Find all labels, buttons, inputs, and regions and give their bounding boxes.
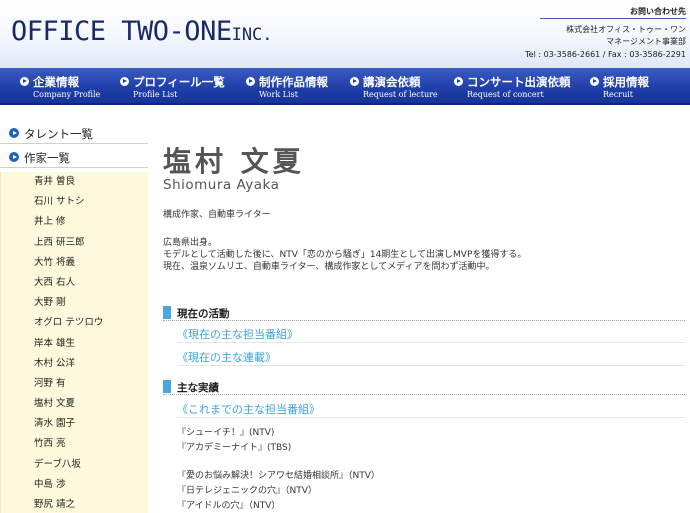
arrow-right-icon [120, 77, 129, 86]
divider [177, 365, 685, 366]
profile-role: 構成作家、自動車ライター [163, 210, 271, 220]
bio-line: 広島県出身。 [163, 238, 218, 248]
work-item: 『シューイチ！』(NTV) [177, 428, 275, 438]
writer-link[interactable]: 木村 公洋 [1, 354, 148, 374]
sidebar-heading: 作家一覧 [24, 151, 70, 165]
writer-link[interactable]: 上西 研三郎 [1, 233, 148, 253]
profile-name: 塩村 文夏 [163, 145, 305, 178]
arrow-right-icon [350, 77, 359, 86]
contact-info: お問い合わせ先 株式会社オフィス・トゥー・ワン マネージメント事業部 Tel :… [525, 6, 686, 61]
contact-link[interactable]: お問い合わせ先 [525, 6, 686, 19]
sidebar: タレント一覧 作家一覧 青井 曽良 石川 サトシ 井上 修 上西 研三郎 大竹 … [0, 122, 148, 513]
writer-link[interactable]: 河野 有 [1, 374, 148, 394]
arrow-right-icon [246, 77, 255, 86]
work-item: 『日テレジェニックの穴』（NTV） [177, 486, 317, 496]
division-name: マネージメント事業部 [606, 37, 686, 46]
nav-sublabel: Recruit [603, 90, 633, 99]
writer-list: 青井 曽良 石川 サトシ 井上 修 上西 研三郎 大竹 将義 大西 右人 大野 … [0, 172, 148, 513]
work-item: 『アイドルの穴』（NTV） [177, 501, 281, 511]
arrow-right-icon [9, 128, 19, 138]
section-marker [163, 380, 171, 393]
nav-label: 講演会依頼 [363, 75, 421, 89]
logo-suffix: INC. [231, 25, 273, 45]
section-title: 主な実績 [177, 382, 219, 394]
writer-link[interactable]: オグロ テツロウ [1, 313, 148, 333]
divider [177, 342, 685, 343]
nav-label: 採用情報 [603, 75, 649, 89]
writer-link[interactable]: 青井 曽良 [1, 172, 148, 192]
past-programs-link[interactable]: 《これまでの主な担当番組》 [177, 401, 320, 417]
profile-main: 塩村 文夏 Shiomura Ayaka 構成作家、自動車ライター 広島県出身。… [163, 145, 690, 511]
section-marker [163, 306, 171, 319]
writer-link[interactable]: 塩村 文夏 [1, 394, 148, 414]
arrow-right-icon [20, 77, 29, 86]
writer-link[interactable]: 大竹 将義 [1, 253, 148, 273]
sidebar-writer-list[interactable]: 作家一覧 [0, 146, 148, 168]
bio-line: 現在、温泉ソムリエ、自動車ライター、構成作家としてメディアを問わず活動中。 [163, 262, 495, 272]
writer-link[interactable]: 清水 園子 [1, 414, 148, 434]
current-series-link[interactable]: 《現在の主な連載》 [177, 349, 276, 365]
sidebar-talent-list[interactable]: タレント一覧 [0, 122, 148, 144]
main-nav: 企業情報 Company Profile プロフィール一覧 Profile Li… [0, 68, 690, 105]
bio-line: モデルとして活動した後に、NTV「恋のから騒ぎ」14期生として出演しMVPを獲得… [163, 250, 527, 260]
site-header: OFFICE TWO-ONEINC. お問い合わせ先 株式会社オフィス・トゥー・… [0, 0, 690, 68]
logo-main: OFFICE TWO-ONE [11, 16, 232, 47]
nav-label: 制作作品情報 [259, 75, 328, 89]
nav-label: 企業情報 [33, 75, 79, 89]
profile-bio: 広島県出身。 モデルとして活動した後に、NTV「恋のから騒ぎ」14期生として出演… [163, 237, 526, 273]
writer-link[interactable]: 大西 右人 [1, 273, 148, 293]
writer-link[interactable]: 大野 剛 [1, 293, 148, 313]
nav-label: コンサート出演依頼 [467, 75, 571, 89]
writer-link[interactable]: デーブ八坂 [1, 455, 148, 475]
company-logo[interactable]: OFFICE TWO-ONEINC. [11, 16, 273, 47]
writer-link[interactable]: 石川 サトシ [1, 192, 148, 212]
work-item: 『愛のお悩み解決！シアワセ結婚相談所』（NTV） [177, 471, 380, 481]
nav-label: プロフィール一覧 [133, 75, 225, 89]
arrow-right-icon [9, 152, 19, 162]
writer-link[interactable]: 井上 修 [1, 212, 148, 232]
section-current-activity: 現在の活動 [163, 305, 685, 321]
nav-sublabel: Request of concert [467, 90, 544, 99]
section-title: 現在の活動 [177, 308, 230, 320]
writer-link[interactable]: 野尻 靖之 [1, 495, 148, 513]
current-programs-link[interactable]: 《現在の主な担当番組》 [177, 326, 298, 342]
writer-link[interactable]: 岸本 雄生 [1, 334, 148, 354]
phone-fax: Tel : 03-3586-2661 / Fax : 03-3586-2291 [525, 49, 686, 59]
company-name: 株式会社オフィス・トゥー・ワン [566, 24, 686, 34]
nav-sublabel: Work List [259, 90, 298, 99]
work-item: 『アカデミーナイト』(TBS) [177, 443, 292, 453]
divider [177, 417, 685, 418]
sidebar-heading: タレント一覧 [24, 127, 93, 141]
profile-name-romaji: Shiomura Ayaka [163, 177, 280, 193]
writer-link[interactable]: 中島 渉 [1, 475, 148, 495]
writer-link[interactable]: 竹西 亮 [1, 434, 148, 454]
arrow-right-icon [590, 77, 599, 86]
nav-sublabel: Request of lecture [363, 90, 438, 99]
nav-sublabel: Company Profile [33, 90, 101, 99]
section-achievements: 主な実績 [163, 379, 685, 395]
arrow-right-icon [454, 77, 463, 86]
nav-sublabel: Profile List [133, 90, 178, 99]
